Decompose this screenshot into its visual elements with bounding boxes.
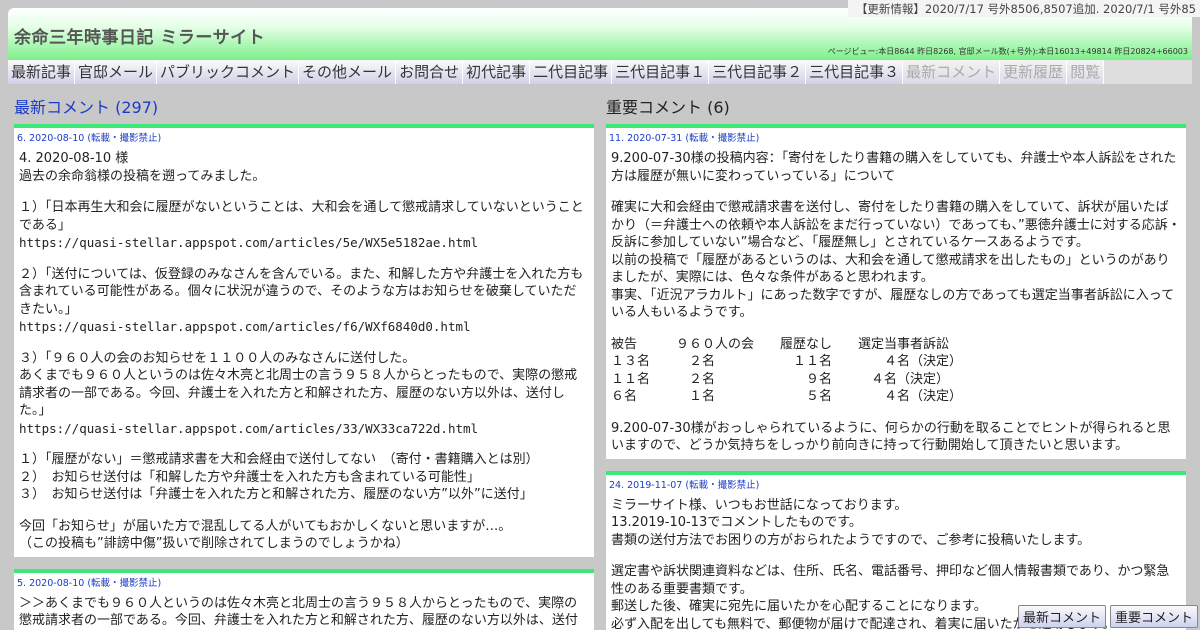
comment-line: 過去の余命翁様の投稿を遡ってみました。 — [19, 168, 266, 184]
comment-line: １）「日本再生大和会に履歴がないということは、大和会を通して懲戒請求していないと… — [19, 200, 584, 233]
comment-link[interactable]: https://quasi-stellar.appspot.com/articl… — [19, 420, 589, 438]
nav-tab-3[interactable]: その他メール — [299, 60, 397, 84]
important-comments-button[interactable]: 重要コメント — [1109, 605, 1198, 628]
main-nav: 最新記事 官邸メール パブリックコメント その他メール お問合せ 初代記事 二代目記事 三代目… — [8, 60, 1192, 84]
latest-comments-button[interactable]: 最新コメント — [1017, 605, 1106, 628]
comment-line: ６名 １名 ５名 ４名（決定） — [611, 389, 963, 404]
comment-header: 24. 2019-11-07 (転載・撮影禁止) — [606, 475, 1186, 495]
no-repost-note: (転載・撮影禁止) — [685, 133, 760, 144]
comment-date[interactable]: 24. 2019-11-07 — [609, 480, 685, 491]
comment-line: 事実、「近況アラカルト」にあった数字ですが、履歴なしの方であっても選定当事者訴訟… — [611, 287, 1175, 321]
comment-date[interactable]: 11. 2020-07-31 — [609, 133, 685, 144]
no-repost-note: (転載・撮影禁止) — [87, 577, 162, 589]
nav-tab-9[interactable]: 三代目記事３ — [806, 60, 904, 84]
comment-date[interactable]: 5. 2020-08-10 — [17, 578, 87, 589]
latest-comments-title[interactable]: 最新コメント (297) — [14, 94, 158, 118]
comment-line: （この投稿も”誹謗中傷”扱いで削除されてしまうのでしょうかね） — [19, 536, 409, 551]
comment-line: 今回「お知らせ」が届いた方で混乱してる人がいてもおかしくないと思いますが…。 — [19, 518, 512, 534]
nav-tab-5[interactable]: 初代記事 — [463, 60, 531, 84]
nav-tab-4[interactable]: お問合せ — [396, 60, 464, 84]
comment-line: 4. 2020-08-10 様 — [19, 151, 129, 166]
comment-line: あくまでも９６０人というのは佐々木亮と北周士の言う９５８人からとったもので、実際… — [19, 368, 578, 418]
comment-line: １１名 ２名 ９名 ４名（決定） — [611, 371, 950, 387]
comment-body: ＞＞あくまでも９６０人というのは佐々木亮と北周士の言う９５８人からとったもので、… — [14, 593, 594, 630]
nav-tab-7[interactable]: 三代目記事１ — [612, 60, 710, 84]
nav-tab-6[interactable]: 二代目記事 — [530, 60, 613, 84]
comment-line: １３名 ２名 １１名 ４名（決定） — [611, 354, 963, 369]
floating-buttons: 最新コメント 重要コメント — [1017, 605, 1198, 628]
comment-header: 11. 2020-07-31 (転載・撮影禁止) — [606, 128, 1186, 148]
comment-line: 書類の送付方法でお困りの方がおられたようですので、ご参考に投稿いたします。 — [611, 532, 1091, 548]
comment-line: ３） お知らせ送付は「弁護士を入れた方と和解された方、履歴のない方”以外”に送付… — [19, 487, 533, 502]
comment-link[interactable]: https://quasi-stellar.appspot.com/articl… — [19, 234, 589, 252]
comment-line: 9.200-07-30様の投稿内容：「寄付をしたり書籍の購入をしていても、弁護士… — [611, 151, 1177, 184]
comment-line: ２）「送付については、仮登録のみなさんを含んでいる。また、和解した方や弁護士を入… — [19, 266, 584, 317]
nav-tab-10[interactable]: 最新コメント — [903, 60, 1001, 84]
comment-line: ３）「９６０人の会のお知らせを１１００人のみなさんに送付した。 — [19, 350, 416, 366]
nav-tab-2[interactable]: パブリックコメント — [157, 60, 300, 84]
comment-card: 11. 2020-07-31 (転載・撮影禁止) 9.200-07-30様の投稿内… — [606, 124, 1186, 459]
comment-line: １）「履歴がない」＝懲戒請求書を大和会経由で送付してない （寄付・書籍購入とは別… — [19, 452, 539, 467]
comment-header: 5. 2020-08-10 (転載・撮影禁止) — [14, 573, 594, 593]
nav-tab-11[interactable]: 更新履歴 — [1000, 60, 1068, 84]
comment-body: 4. 2020-08-10 様過去の余命翁様の投稿を遡ってみました。 １）「日本再… — [14, 148, 594, 557]
comment-line: 被告 ９６０人の会 履歴なし 選定当事者訴訟 — [611, 336, 950, 352]
comment-date[interactable]: 6. 2020-08-10 — [17, 133, 87, 144]
site-header: 余命三年時事日記 ミラーサイト 【更新情報】2020/7/17 号外8506,8… — [8, 0, 1200, 60]
comment-card: 6. 2020-08-10 (転載・撮影禁止) 4. 2020-08-10 様過去… — [14, 124, 594, 557]
latest-comments-column: 6. 2020-08-10 (転載・撮影禁止) 4. 2020-08-10 様過去… — [14, 124, 594, 630]
comment-line: ＞＞あくまでも９６０人というのは佐々木亮と北周士の言う９５８人からとったもので、… — [19, 595, 578, 629]
comment-header: 6. 2020-08-10 (転載・撮影禁止) — [14, 128, 594, 148]
site-title[interactable]: 余命三年時事日記 ミラーサイト — [14, 23, 265, 48]
comment-line: ２） お知らせ送付は「和解した方や弁護士を入れた方も含まれている可能性」 — [19, 469, 480, 485]
nav-tab-8[interactable]: 三代目記事２ — [709, 60, 807, 84]
comment-line: 選定書や訴状関連資料などは、住所、氏名、電話番号、押印など個人情報書類であり、か… — [611, 564, 1170, 597]
pageview-counter: ページビュー:本日8644 昨日8268, 官邸メール数(+号外):本日1601… — [827, 47, 1188, 56]
comment-line: 9.200-07-30様がおっしゃられているように、何らかの行動を取ることでヒン… — [611, 420, 1171, 454]
comment-line: 13.2019-10-13でコメントしたものです。 — [611, 515, 862, 530]
no-repost-note: (転載・撮影禁止) — [87, 133, 162, 144]
comment-card: 5. 2020-08-10 (転載・撮影禁止) ＞＞あくまでも９６０人というのは佐… — [14, 568, 594, 630]
comment-link[interactable]: https://quasi-stellar.appspot.com/articl… — [19, 318, 589, 336]
no-repost-note: (転載・撮影禁止) — [685, 479, 760, 491]
update-info: 【更新情報】2020/7/17 号外8506,8507追加. 2020/7/1 … — [847, 0, 1200, 17]
nav-tab-12[interactable]: 閲覧 — [1067, 60, 1105, 84]
important-comments-column: 11. 2020-07-31 (転載・撮影禁止) 9.200-07-30様の投稿内… — [606, 124, 1186, 630]
comment-body: 9.200-07-30様の投稿内容：「寄付をしたり書籍の購入をしていても、弁護士… — [606, 148, 1186, 459]
important-comments-title: 重要コメント (6) — [606, 98, 730, 117]
comment-line: 確実に大和会経由で懲戒請求書を送付し、寄付をしたり書籍の購入をしていて、訴状が届… — [611, 200, 1181, 250]
nav-tab-1[interactable]: 官邸メール — [75, 60, 158, 84]
comment-line: ミラーサイト様、いつもお世話になっております。 — [611, 497, 908, 513]
comment-line: 以前の投稿で「履歴があるというのは、大和会を通して懲戒請求を出したもの」というの… — [611, 252, 1170, 286]
nav-tab-0[interactable]: 最新記事 — [8, 60, 76, 84]
